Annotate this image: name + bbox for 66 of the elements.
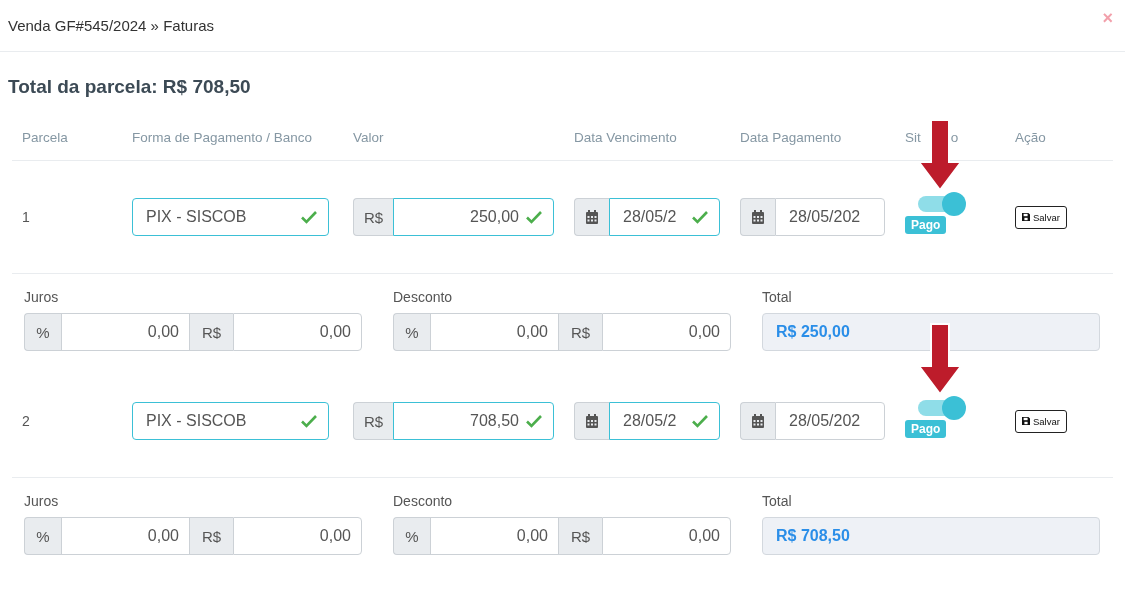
interest-amount-field[interactable]: 0,00	[233, 313, 362, 351]
total-field: R$ 708,50	[762, 517, 1100, 555]
save-button[interactable]: Salvar	[1015, 409, 1067, 433]
calendar-addon[interactable]	[740, 198, 775, 236]
checkmark-icon	[691, 210, 709, 224]
currency-addon: R$	[353, 198, 394, 236]
field-label: Total	[762, 493, 793, 509]
checkmark-icon	[525, 210, 543, 224]
field-label: Desconto	[393, 289, 454, 305]
field-label: Juros	[24, 289, 60, 305]
calendar-icon	[585, 413, 599, 429]
calendar-addon[interactable]	[574, 198, 609, 236]
currency-addon: R$	[189, 313, 233, 351]
column-header: Forma de Pagamento / Banco	[132, 130, 313, 145]
due-date-field[interactable]: 28/05/2	[609, 402, 720, 440]
payment-date-field[interactable]: 28/05/202	[775, 198, 885, 236]
checkmark-icon	[691, 414, 709, 428]
interest-percent-field[interactable]: 0,00	[61, 517, 189, 555]
installment-number: 1	[22, 209, 30, 225]
column-header: Ação	[1015, 130, 1046, 145]
discount-amount-field[interactable]: 0,00	[602, 313, 731, 351]
column-header: Data Vencimento	[574, 130, 677, 145]
discount-percent-field[interactable]: 0,00	[430, 313, 558, 351]
currency-addon: R$	[353, 402, 394, 440]
toggle-switch[interactable]	[918, 396, 966, 420]
percent-addon: %	[393, 517, 430, 555]
currency-addon: R$	[558, 517, 602, 555]
payment-method-field[interactable]: PIX - SISCOB	[132, 402, 329, 440]
column-header: Valor	[353, 130, 384, 145]
discount-percent-field[interactable]: 0,00	[430, 517, 558, 555]
calendar-addon[interactable]	[574, 402, 609, 440]
field-label: Total	[762, 289, 793, 305]
column-header-fragment: Sit	[905, 130, 921, 145]
interest-percent-field[interactable]: 0,00	[61, 313, 189, 351]
payment-date-field[interactable]: 28/05/202	[775, 402, 885, 440]
currency-addon: R$	[189, 517, 233, 555]
field-label: Desconto	[393, 493, 454, 509]
status-badge: Pago	[905, 216, 947, 234]
percent-addon: %	[24, 517, 61, 555]
due-date-field[interactable]: 28/05/2	[609, 198, 720, 236]
currency-addon: R$	[558, 313, 602, 351]
total-field: R$ 250,00	[762, 313, 1100, 351]
checkmark-icon	[525, 414, 543, 428]
installment-total-heading: Total da parcela: R$ 708,50	[8, 75, 252, 99]
status-badge: Pago	[905, 420, 947, 438]
installment-number: 2	[22, 413, 30, 429]
percent-addon: %	[393, 313, 430, 351]
checkmark-icon	[300, 210, 318, 224]
payment-method-field[interactable]: PIX - SISCOB	[132, 198, 329, 236]
column-header-fragment: o	[950, 130, 959, 145]
percent-addon: %	[24, 313, 61, 351]
amount-field[interactable]: 250,00	[393, 198, 554, 236]
calendar-icon	[751, 413, 765, 429]
calendar-addon[interactable]	[740, 402, 775, 440]
window-title: Venda GF#545/2024 » Faturas	[8, 17, 214, 34]
toggle-switch[interactable]	[918, 192, 966, 216]
calendar-icon	[585, 209, 599, 225]
field-label: Juros	[24, 493, 60, 509]
column-header: Parcela	[22, 130, 68, 145]
amount-field[interactable]: 708,50	[393, 402, 554, 440]
save-button[interactable]: Salvar	[1015, 205, 1067, 229]
column-header: Data Pagamento	[740, 130, 842, 145]
calendar-icon	[751, 209, 765, 225]
interest-amount-field[interactable]: 0,00	[233, 517, 362, 555]
checkmark-icon	[300, 414, 318, 428]
discount-amount-field[interactable]: 0,00	[602, 517, 731, 555]
